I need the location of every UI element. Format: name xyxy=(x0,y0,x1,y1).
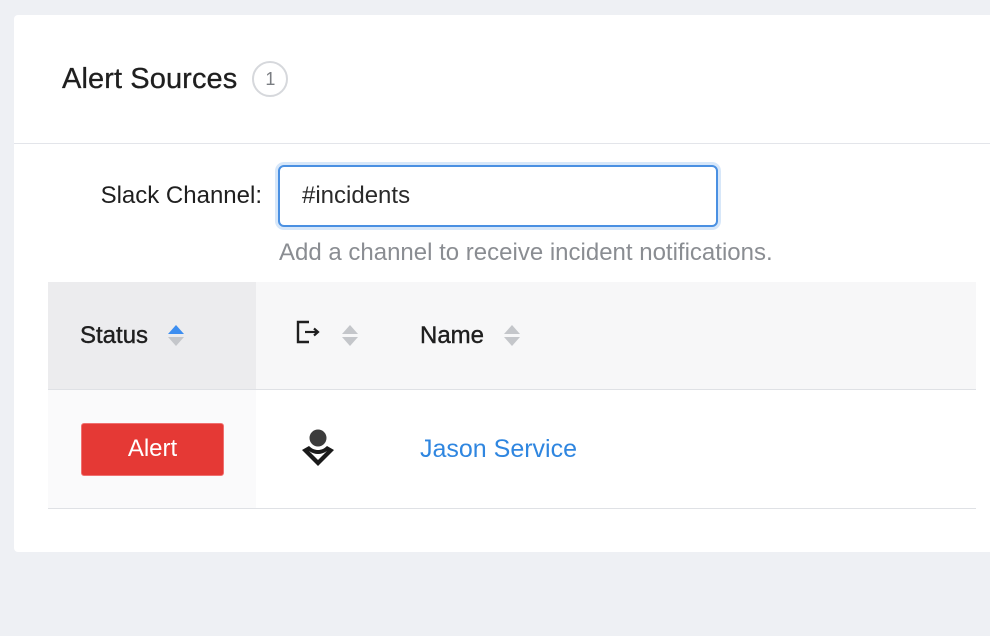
column-header-status-label: Status xyxy=(80,321,149,349)
table-body: Alert Jason Service xyxy=(48,390,976,509)
sort-asc-icon xyxy=(342,325,358,334)
source-cell xyxy=(256,390,420,508)
slack-channel-row: Slack Channel: xyxy=(68,165,718,227)
column-header-name-label: Name xyxy=(420,321,485,349)
alert-sources-table: Status Name Alert Jason Service xyxy=(48,282,976,509)
column-header-name[interactable]: Name xyxy=(420,282,976,389)
status-badge: Alert xyxy=(81,422,224,476)
sort-desc-icon xyxy=(342,337,358,346)
page-title: Alert Sources xyxy=(62,62,238,95)
slack-channel-help: Add a channel to receive incident notifi… xyxy=(279,239,773,266)
source-type-icon xyxy=(296,320,322,351)
bust-person-icon xyxy=(300,427,336,472)
slack-channel-input[interactable] xyxy=(278,165,718,227)
sort-asc-icon xyxy=(504,325,521,334)
status-cell: Alert xyxy=(48,390,256,508)
table-header: Status Name xyxy=(48,282,976,390)
sort-desc-icon xyxy=(504,337,521,346)
sort-arrows-icon[interactable] xyxy=(504,325,521,346)
column-header-source[interactable] xyxy=(256,282,420,389)
table-row: Alert Jason Service xyxy=(48,390,976,509)
name-cell: Jason Service xyxy=(420,390,976,508)
slack-channel-label: Slack Channel: xyxy=(100,182,262,209)
sort-asc-icon xyxy=(168,325,185,334)
card-header: Alert Sources 1 xyxy=(14,15,990,144)
sort-arrows-icon[interactable] xyxy=(168,325,185,346)
column-header-status[interactable]: Status xyxy=(48,282,256,389)
service-name-link[interactable]: Jason Service xyxy=(420,435,577,464)
sort-desc-icon xyxy=(168,337,185,346)
count-badge: 1 xyxy=(252,61,289,97)
sort-arrows-icon[interactable] xyxy=(342,325,358,346)
